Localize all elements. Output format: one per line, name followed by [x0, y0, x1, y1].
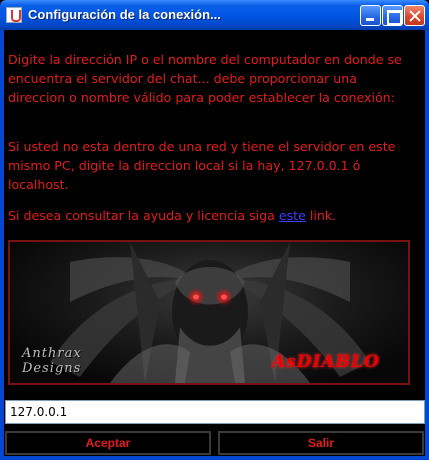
window-frame-bottom — [0, 456, 429, 460]
asdiablo-signature: AsDIABLO — [272, 352, 380, 372]
banner-image: Anthrax Designs AsDIABLO — [8, 240, 410, 385]
dialog-content: Digite la dirección IP o el nombre del c… — [4, 30, 425, 456]
window-frame-right — [425, 30, 429, 460]
exit-button[interactable]: Salir — [218, 431, 424, 455]
local-address-hint: Si usted no esta dentro de una red y tie… — [8, 139, 396, 192]
server-address-input[interactable] — [5, 400, 425, 424]
accept-button[interactable]: Aceptar — [5, 431, 211, 455]
instruction-text: Digite la dirección IP o el nombre del c… — [8, 52, 402, 105]
title-bar[interactable]: Configuración de la conexión... — [0, 0, 429, 30]
java-cup-icon — [6, 7, 22, 23]
close-icon[interactable] — [404, 5, 425, 26]
help-text: Si desea consultar la ayuda y licencia s… — [8, 206, 418, 225]
minimize-icon[interactable] — [360, 5, 381, 26]
window-title: Configuración de la conexión... — [28, 7, 221, 22]
maximize-icon[interactable] — [382, 5, 403, 26]
help-text-before: Si desea consultar la ayuda y licencia s… — [8, 208, 279, 223]
anthrax-designs-signature: Anthrax Designs — [22, 346, 82, 376]
help-text-after: link. — [305, 208, 337, 223]
help-link[interactable]: este — [279, 208, 306, 223]
